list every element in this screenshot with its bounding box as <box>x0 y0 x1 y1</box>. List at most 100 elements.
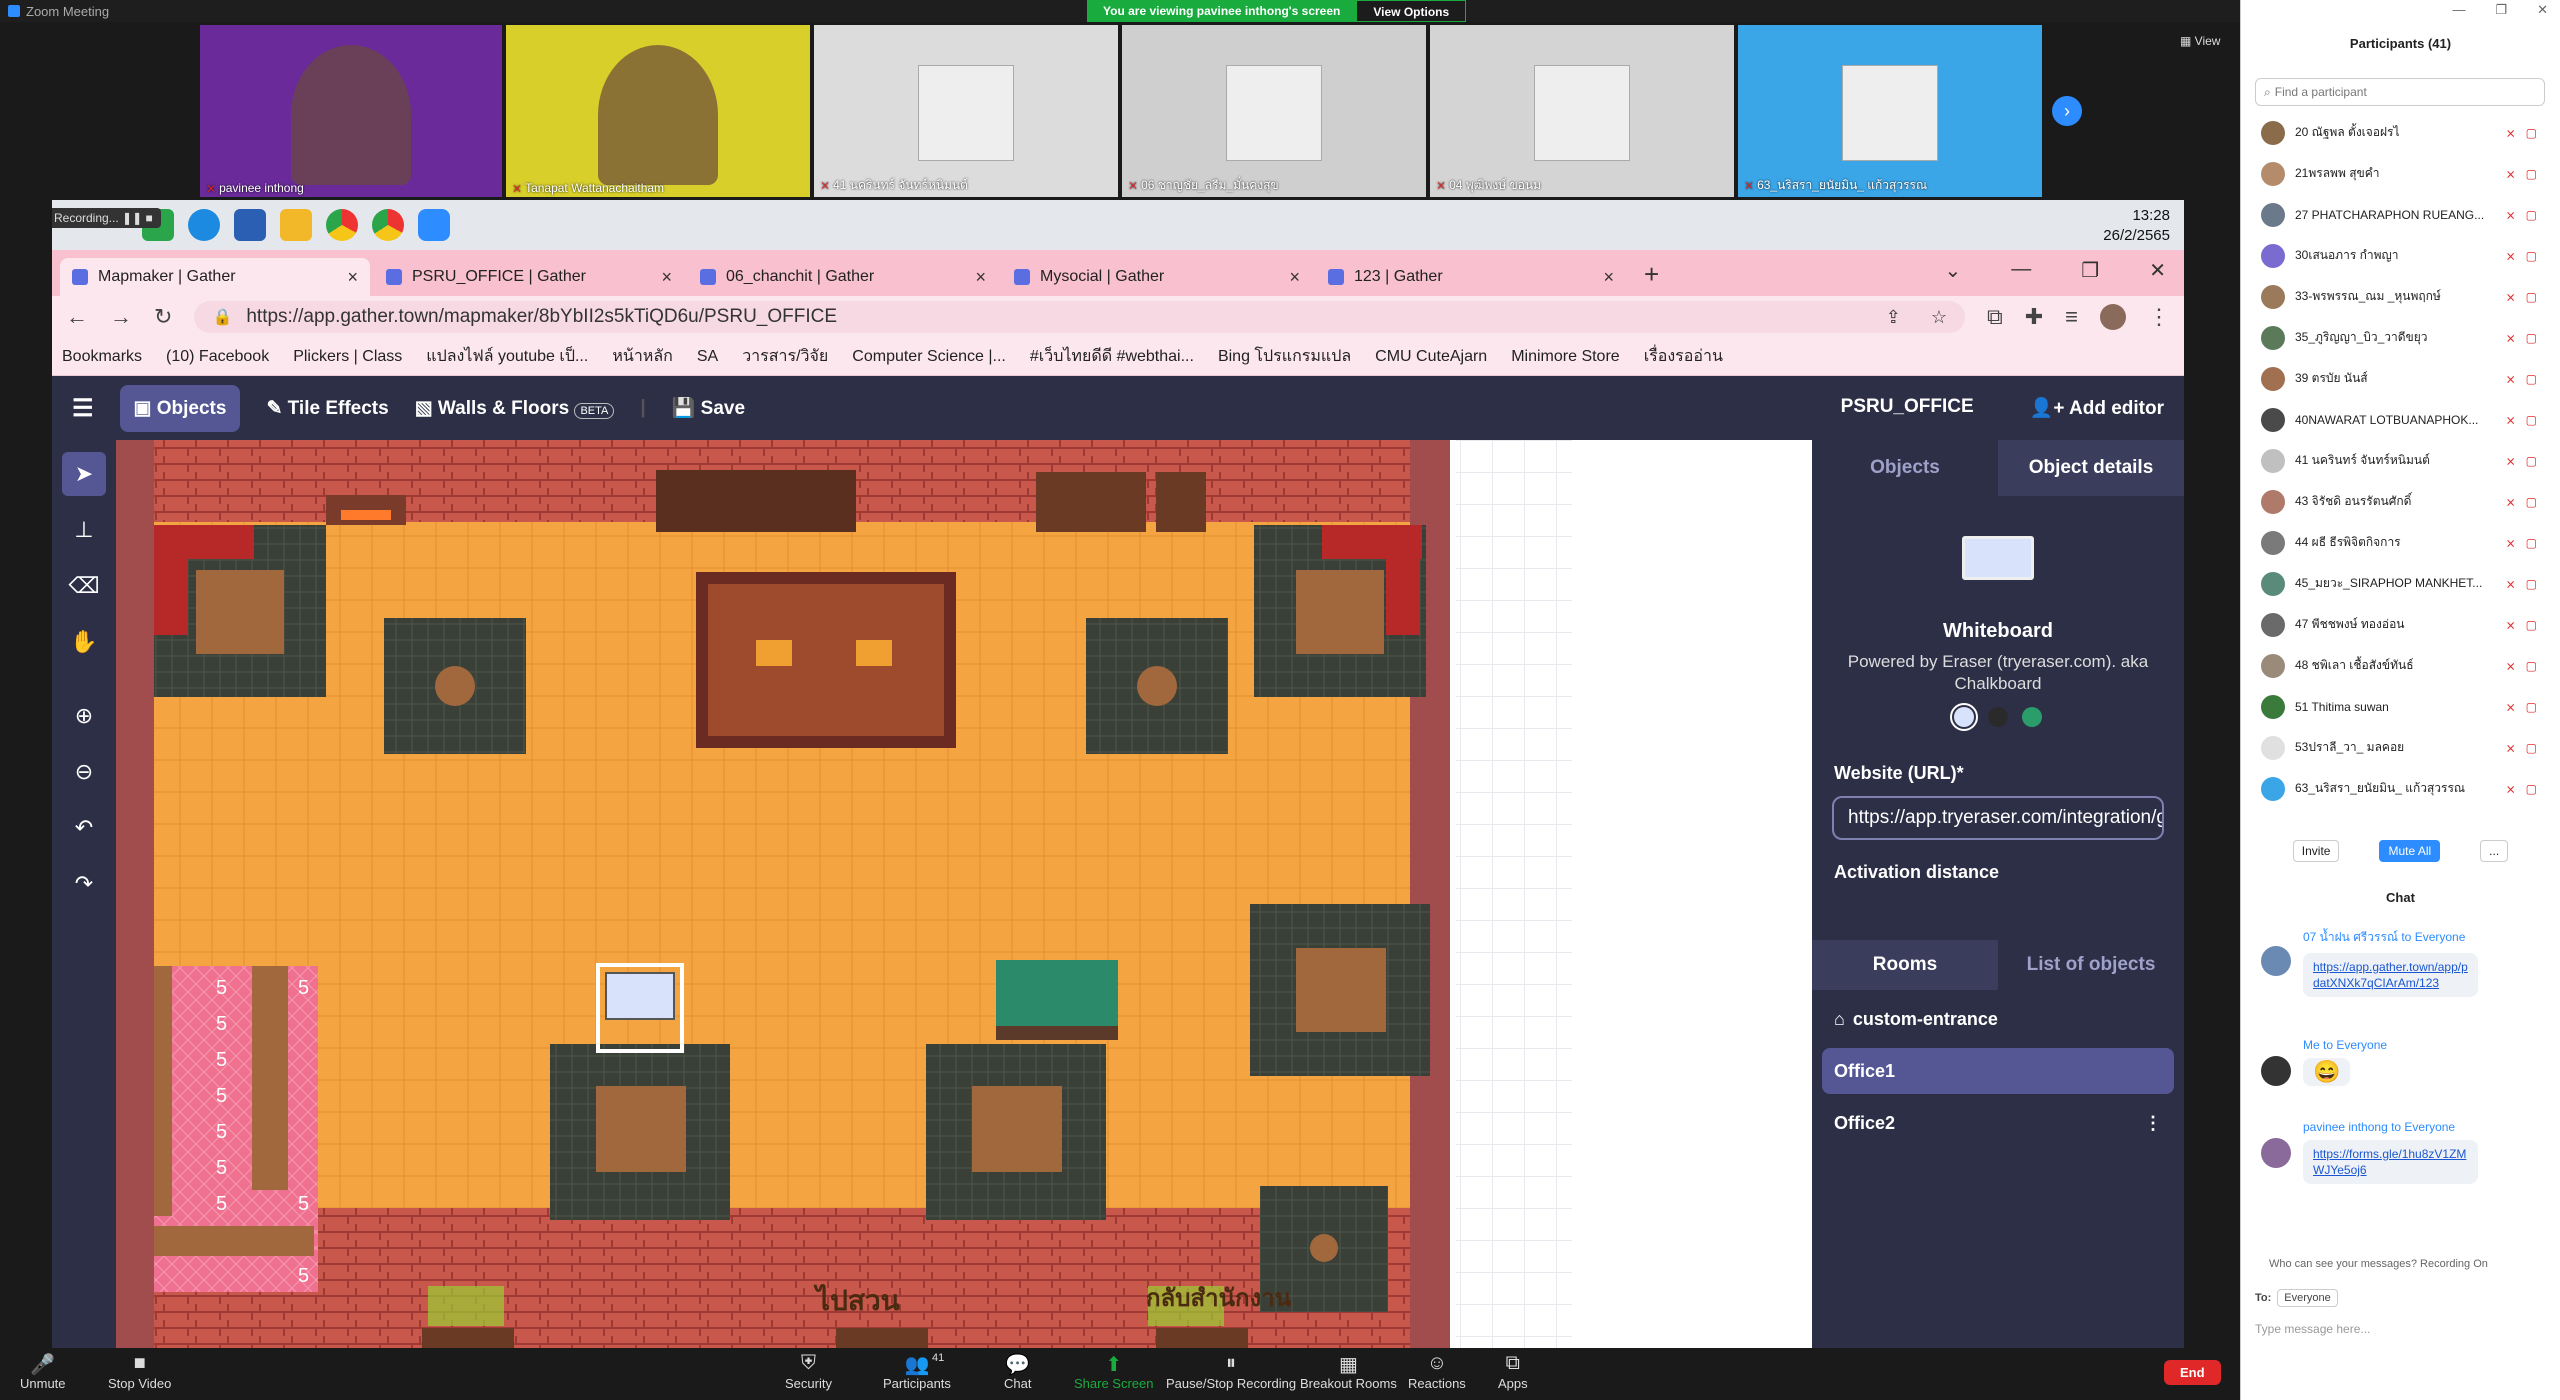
redo-icon[interactable]: ↷ <box>62 862 106 906</box>
view-options-button[interactable]: View Options <box>1356 0 1467 22</box>
select-tool-icon[interactable]: ➤ <box>62 452 106 496</box>
close-icon[interactable]: ✕ <box>2149 258 2166 283</box>
tile-effects-button[interactable]: ✎ Tile Effects <box>266 397 388 420</box>
bookmark-item[interactable]: SA <box>697 348 718 366</box>
bookmark-item[interactable]: Bookmarks <box>62 348 142 366</box>
zoom-toolbar-button[interactable]: ⏸ Pause/Stop Recording <box>1166 1352 1296 1391</box>
participant-row[interactable]: 33-พรพรรณ_ณม _หุนพฤกษ์ ⨯ ▢ <box>2241 276 2551 317</box>
zoom-toolbar-button[interactable]: ⛨ Security <box>785 1352 832 1391</box>
bookmark-item[interactable]: วารสาร/วิจัย <box>742 344 828 369</box>
bookmark-item[interactable]: CMU CuteAjarn <box>1375 348 1487 366</box>
walls-floors-button[interactable]: ▧ Walls & Floors BETA <box>415 397 615 420</box>
close-tab-icon[interactable]: × <box>347 267 358 288</box>
undo-icon[interactable]: ↶ <box>62 806 106 850</box>
tab-search-icon[interactable]: ⌄ <box>1945 258 1962 283</box>
share-icon[interactable]: ⇪ <box>1886 307 1901 328</box>
hamburger-icon[interactable]: ☰ <box>72 394 94 423</box>
tab-object-details[interactable]: Object details <box>1998 440 2184 496</box>
video-tile[interactable]: ⨯ 41 นครินทร์ จันทร์หนิมนต์ <box>814 25 1118 197</box>
participant-row[interactable]: 48 ชพิเลา เชื้อสังข์ทันธ์ ⨯ ▢ <box>2241 645 2551 686</box>
bookmark-item[interactable]: #เว็บไทยดีดี #webthai... <box>1030 344 1194 369</box>
chrome-icon[interactable] <box>326 209 358 241</box>
variant-swatch[interactable] <box>2022 707 2042 727</box>
participant-row[interactable]: 44 ผธี ธีรพิจิตกิจการ ⨯ ▢ <box>2241 522 2551 563</box>
close-tab-icon[interactable]: × <box>1289 267 1300 288</box>
forward-icon[interactable]: → <box>110 304 132 330</box>
maximize-icon[interactable]: ❐ <box>2081 258 2099 283</box>
view-button[interactable]: ▦ View <box>2180 34 2220 48</box>
word-icon[interactable] <box>234 209 266 241</box>
browser-tab[interactable]: PSRU_OFFICE | Gather × <box>374 258 684 296</box>
close-tab-icon[interactable]: × <box>975 267 986 288</box>
participant-row[interactable]: 47 พีชชพงษ์ ทองอ่อน ⨯ ▢ <box>2241 604 2551 645</box>
participant-search-input[interactable]: ⌕ Find a participant <box>2255 78 2545 106</box>
more-button[interactable]: ... <box>2480 840 2509 862</box>
minimize-icon[interactable]: — <box>2452 2 2465 18</box>
close-icon[interactable]: ✕ <box>2537 2 2548 18</box>
participant-row[interactable]: 51 Thitima suwan ⨯ ▢ <box>2241 686 2551 727</box>
browser-tab[interactable]: 123 | Gather × <box>1316 258 1626 296</box>
participant-row[interactable]: 63_นริสรา_ยนัยมิน_ แก้วสุวรรณ ⨯ ▢ <box>2241 768 2551 809</box>
bookmark-item[interactable]: Computer Science |... <box>852 348 1006 366</box>
bookmark-item[interactable]: หน้าหลัก <box>612 344 673 369</box>
zoom-in-icon[interactable]: ⊕ <box>62 694 106 738</box>
bookmark-item[interactable]: Bing โปรแกรมแปล <box>1218 344 1351 369</box>
variant-swatch[interactable] <box>1988 707 2008 727</box>
video-tile[interactable]: ⨯ 06 ชาญชัย_ลรีม_มั่นคงสุข <box>1122 25 1426 197</box>
participant-row[interactable]: 30เสนอภาร กำพญา ⨯ ▢ <box>2241 235 2551 276</box>
zoom-toolbar-button[interactable]: 🎤 Unmute <box>20 1352 66 1391</box>
invite-button[interactable]: Invite <box>2292 840 2340 862</box>
room-item[interactable]: ⌂ custom-entrance <box>1822 996 2174 1042</box>
chat-bubble[interactable]: https://forms.gle/1hu8zV1ZMWJYe5oj6 <box>2303 1140 2478 1184</box>
mute-all-button[interactable]: Mute All <box>2379 840 2441 862</box>
folder-icon[interactable] <box>280 209 312 241</box>
chat-bubble[interactable]: 😄 <box>2303 1058 2351 1086</box>
chrome-icon[interactable] <box>372 209 404 241</box>
zoom-toolbar-button[interactable]: ⬆ Share Screen <box>1074 1352 1154 1391</box>
participant-row[interactable]: 41 นครินทร์ จันทร์หนิมนต์ ⨯ ▢ <box>2241 440 2551 481</box>
maximize-icon[interactable]: ❐ <box>2495 2 2507 18</box>
zoom-toolbar-button[interactable]: 💬 Chat <box>1004 1352 1031 1391</box>
bookmark-item[interactable]: Plickers | Class <box>293 348 402 366</box>
eraser-tool-icon[interactable]: ⌫ <box>62 564 106 608</box>
end-meeting-button[interactable]: End <box>2164 1360 2221 1385</box>
tab-rooms[interactable]: Rooms <box>1812 940 1998 990</box>
video-tile[interactable]: ⨯ 63_นริสรา_ยนัยมิน_ แก้วสุวรรณ <box>1738 25 2042 197</box>
close-tab-icon[interactable]: × <box>1603 267 1614 288</box>
chat-bubble[interactable]: https://app.gather.town/app/pdatXNXk7qCI… <box>2303 953 2478 997</box>
bookmark-item[interactable]: เรื่องรออ่าน <box>1644 344 1723 369</box>
zoom-toolbar-button[interactable]: ⧉ Apps <box>1498 1352 1528 1391</box>
video-tile[interactable]: ⨯ pavinee inthong <box>200 25 502 197</box>
participant-row[interactable]: 27 PHATCHARAPHON RUEANG... ⨯ ▢ <box>2241 194 2551 235</box>
participant-row[interactable]: 35_ภูริญญา_บิว_วาดีขยุว ⨯ ▢ <box>2241 317 2551 358</box>
new-tab-button[interactable]: + <box>1644 259 1659 290</box>
zoom-toolbar-button[interactable]: ☺ Reactions <box>1408 1352 1466 1391</box>
browser-tab[interactable]: Mapmaker | Gather × <box>60 258 370 296</box>
edge-icon[interactable] <box>188 209 220 241</box>
zoom-toolbar-button[interactable]: ▦ Breakout Rooms <box>1300 1352 1397 1391</box>
star-icon[interactable]: ☆ <box>1931 307 1947 328</box>
back-icon[interactable]: ← <box>66 304 88 330</box>
video-tile[interactable]: ⨯ Tanapat Wattanachaitham <box>506 25 810 197</box>
participant-row[interactable]: 20 ณัฐพล ตั้งเจอฝรไ ⨯ ▢ <box>2241 112 2551 153</box>
zoom-app-icon[interactable] <box>418 209 450 241</box>
video-tile[interactable]: ⨯ 04 พุฒิพงษ์ ขอนม <box>1430 25 1734 197</box>
zoom-toolbar-button[interactable]: ■ Stop Video <box>108 1352 171 1391</box>
kebab-menu-icon[interactable]: ⋮ <box>2144 1113 2162 1134</box>
who-can-see-link[interactable]: Who can see your messages? Recording On <box>2269 1258 2488 1270</box>
stamp-tool-icon[interactable]: ⊥ <box>62 508 106 552</box>
participant-row[interactable]: 39 ตรบัย นันส์ ⨯ ▢ <box>2241 358 2551 399</box>
website-url-input[interactable]: https://app.tryeraser.com/integration/ga… <box>1832 796 2164 840</box>
hand-tool-icon[interactable]: ✋ <box>62 620 106 664</box>
url-field[interactable]: 🔒 https://app.gather.town/mapmaker/8bYbI… <box>194 301 1965 333</box>
tab-objects[interactable]: Objects <box>1812 440 1998 496</box>
close-tab-icon[interactable]: × <box>661 267 672 288</box>
participant-row[interactable]: 21พรลพพ สุขคำ ⨯ ▢ <box>2241 153 2551 194</box>
bookmark-item[interactable]: Minimore Store <box>1511 348 1619 366</box>
profile-avatar[interactable] <box>2100 304 2126 330</box>
minimize-icon[interactable]: — <box>2011 258 2031 283</box>
office-map[interactable]: 5 5 5 5 5 5 5 5 5 5 ไปสวน กลับสำนักงาน <box>116 440 1456 1348</box>
participant-row[interactable]: 40NAWARAT LOTBUANAPHOK... ⨯ ▢ <box>2241 399 2551 440</box>
reload-icon[interactable]: ↻ <box>154 304 172 330</box>
bookmark-item[interactable]: (10) Facebook <box>166 348 269 366</box>
